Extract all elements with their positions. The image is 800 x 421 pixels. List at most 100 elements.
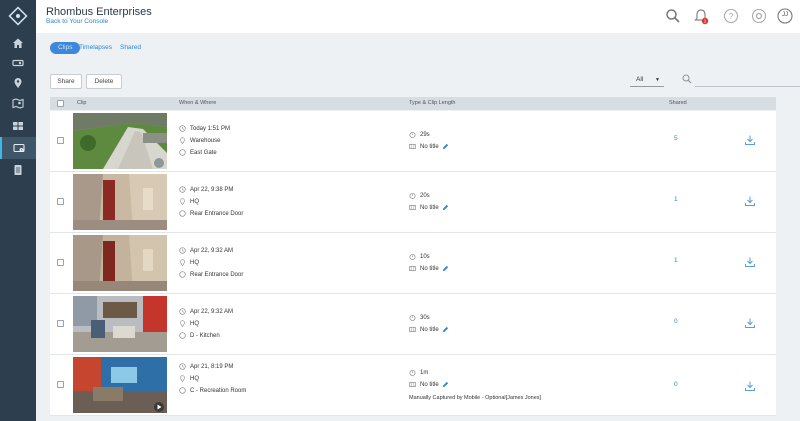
edit-pencil-icon[interactable] bbox=[442, 326, 449, 333]
clip-thumbnail-image bbox=[73, 357, 167, 413]
table-row[interactable]: Apr 22, 9:32 AM HQ D - Kitchen 30s No ti… bbox=[50, 294, 776, 355]
table-row[interactable]: Apr 22, 9:32 AM HQ Rear Entrance Door 10… bbox=[50, 233, 776, 294]
clip-thumbnail[interactable] bbox=[73, 296, 167, 352]
user-initials: JJ bbox=[782, 12, 788, 18]
sidebar-item-map[interactable] bbox=[0, 92, 36, 114]
rhombus-logo-icon[interactable] bbox=[8, 6, 28, 26]
stopwatch-icon bbox=[409, 253, 416, 260]
row-checkbox[interactable] bbox=[57, 137, 64, 144]
edit-pencil-icon[interactable] bbox=[442, 381, 449, 388]
clip-thumbnail[interactable] bbox=[73, 113, 167, 169]
select-all-checkbox[interactable] bbox=[57, 100, 64, 107]
bell-icon[interactable]: 1 bbox=[692, 7, 710, 25]
help-icon[interactable]: ? bbox=[722, 7, 740, 25]
edit-pencil-icon[interactable] bbox=[442, 204, 449, 211]
tab-shared[interactable]: Shared bbox=[120, 42, 141, 54]
sidebar-item-cameras[interactable] bbox=[0, 52, 36, 74]
download-icon[interactable] bbox=[744, 134, 756, 146]
clock-icon bbox=[179, 363, 186, 370]
clip-camera: Rear Entrance Door bbox=[179, 271, 243, 278]
sidebar-item-video-wall[interactable] bbox=[0, 115, 36, 137]
delete-button[interactable]: Delete bbox=[86, 74, 122, 89]
sidebar-item-reports[interactable] bbox=[0, 159, 36, 181]
shared-count[interactable]: 1 bbox=[674, 196, 678, 203]
clip-camera: D - Kitchen bbox=[179, 332, 220, 339]
location-pin-icon bbox=[14, 78, 22, 88]
clip-length: 30s bbox=[409, 314, 430, 321]
clip-thumbnail-image bbox=[73, 235, 167, 291]
clip-title-text: No title bbox=[420, 265, 439, 272]
clip-location-text: Warehouse bbox=[190, 137, 221, 144]
edit-pencil-icon[interactable] bbox=[442, 265, 449, 272]
filter-select[interactable]: All ▼ bbox=[630, 74, 664, 87]
reports-icon bbox=[14, 165, 22, 175]
clip-length: 20s bbox=[409, 192, 430, 199]
svg-text:?: ? bbox=[729, 12, 734, 21]
sidebar-item-locations[interactable] bbox=[0, 72, 36, 94]
clip-title-text: No title bbox=[420, 381, 439, 388]
table-row[interactable]: Apr 22, 9:38 PM HQ Rear Entrance Door 20… bbox=[50, 172, 776, 233]
download-icon[interactable] bbox=[744, 195, 756, 207]
edit-pencil-icon[interactable] bbox=[442, 143, 449, 150]
shared-count[interactable]: 0 bbox=[674, 318, 678, 325]
chevron-down-icon: ▼ bbox=[655, 77, 660, 83]
clips-icon bbox=[13, 143, 25, 153]
row-checkbox[interactable] bbox=[57, 259, 64, 266]
back-to-console-link[interactable]: Back to Your Console bbox=[46, 18, 108, 25]
clip-length-text: 30s bbox=[420, 314, 430, 321]
filter-value: All bbox=[636, 76, 644, 83]
clip-length-text: 20s bbox=[420, 192, 430, 199]
clip-thumbnail[interactable] bbox=[73, 357, 167, 413]
clip-length: 29s bbox=[409, 131, 430, 138]
table-row[interactable]: Apr 21, 8:19 PM HQ C - Recreation Room 1… bbox=[50, 355, 776, 416]
film-icon bbox=[409, 326, 416, 333]
clock-icon bbox=[179, 186, 186, 193]
clip-thumbnail[interactable] bbox=[73, 235, 167, 291]
row-checkbox[interactable] bbox=[57, 381, 64, 388]
stopwatch-icon bbox=[409, 131, 416, 138]
user-avatar[interactable]: JJ bbox=[776, 7, 794, 25]
clip-thumbnail[interactable] bbox=[73, 174, 167, 230]
film-icon bbox=[409, 204, 416, 211]
film-icon bbox=[409, 143, 416, 150]
search-icon[interactable] bbox=[664, 7, 682, 25]
clip-title-text: No title bbox=[420, 143, 439, 150]
download-icon[interactable] bbox=[744, 380, 756, 392]
clip-camera-text: East Gate bbox=[190, 149, 217, 156]
clip-capture-note: Manually Captured by Mobile - Optional[J… bbox=[409, 395, 542, 401]
sidebar bbox=[0, 0, 36, 421]
sidebar-item-home[interactable] bbox=[0, 32, 36, 54]
shared-count[interactable]: 5 bbox=[674, 135, 678, 142]
search-input[interactable] bbox=[695, 73, 800, 87]
sidebar-item-clips[interactable] bbox=[0, 137, 36, 159]
shared-count[interactable]: 0 bbox=[674, 381, 678, 388]
camera-circle-icon bbox=[179, 149, 186, 156]
clip-time-text: Today 1:51 PM bbox=[190, 125, 231, 132]
column-header-shared: Shared bbox=[669, 100, 687, 106]
settings-gear-icon[interactable] bbox=[750, 7, 768, 25]
table-row[interactable]: Today 1:51 PM Warehouse East Gate 29s No… bbox=[50, 111, 776, 172]
clip-time-text: Apr 22, 9:32 AM bbox=[190, 308, 234, 315]
clip-length-text: 1m bbox=[420, 369, 429, 376]
download-icon[interactable] bbox=[744, 317, 756, 329]
clip-camera-text: D - Kitchen bbox=[190, 332, 220, 339]
clip-title-text: No title bbox=[420, 326, 439, 333]
clip-camera: East Gate bbox=[179, 149, 217, 156]
clip-length-text: 29s bbox=[420, 131, 430, 138]
row-checkbox[interactable] bbox=[57, 198, 64, 205]
tab-timelapses[interactable]: Timelapses bbox=[79, 42, 112, 54]
shared-count[interactable]: 1 bbox=[674, 257, 678, 264]
download-icon[interactable] bbox=[744, 256, 756, 268]
clip-search[interactable] bbox=[680, 72, 800, 87]
stopwatch-icon bbox=[409, 314, 416, 321]
camera-icon bbox=[12, 59, 24, 67]
share-button[interactable]: Share bbox=[50, 74, 82, 89]
row-checkbox[interactable] bbox=[57, 320, 64, 327]
clip-location-text: HQ bbox=[190, 198, 199, 205]
clip-location-text: HQ bbox=[190, 375, 199, 382]
tab-clips[interactable]: Clips bbox=[50, 42, 81, 54]
clip-title-text: No title bbox=[420, 204, 439, 211]
clock-icon bbox=[179, 247, 186, 254]
clip-length: 1m bbox=[409, 369, 428, 376]
search-icon bbox=[682, 74, 692, 84]
